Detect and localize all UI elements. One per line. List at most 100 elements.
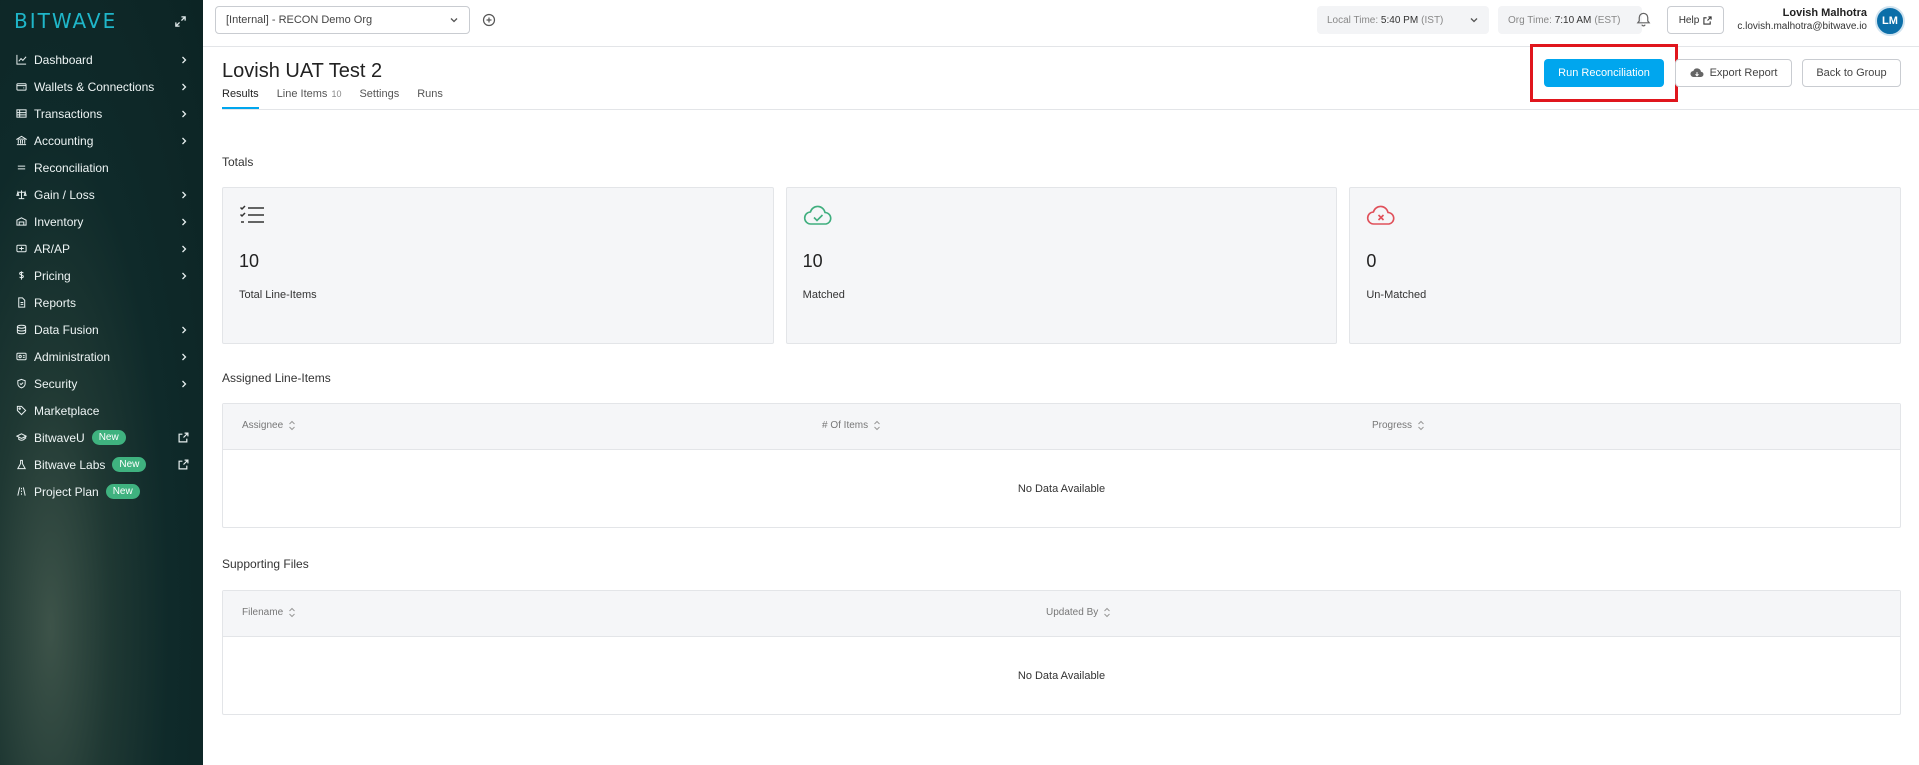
org-time-value: 7:10 AM [1554,14,1592,26]
cloud-download-icon [1690,68,1704,77]
org-select[interactable]: [Internal] - RECON Demo Org [215,6,470,34]
column-updated-by[interactable]: Updated By [1046,607,1111,618]
column-label: # Of Items [822,420,869,431]
chart-line-icon [15,54,27,66]
sidebar-item-label: Transactions [34,106,103,121]
local-time-select[interactable]: Local Time: 5:40 PM (IST) [1317,6,1489,34]
chevron-right-icon [179,379,189,389]
chevron-down-icon [450,18,458,23]
column-filename[interactable]: Filename [242,607,296,618]
chevron-right-icon [179,244,189,254]
tab-settings[interactable]: Settings [359,88,399,109]
road-icon [15,486,27,498]
sidebar-nav: Dashboard Wallets & Connections Transactio… [0,46,203,505]
sidebar-item-data-fusion[interactable]: Data Fusion [0,316,203,343]
chevron-right-icon [179,271,189,281]
sidebar-item-label: Administration [34,349,111,364]
chevron-right-icon [179,352,189,362]
supporting-title: Supporting Files [222,557,309,571]
column-items[interactable]: # Of Items [822,420,881,431]
sidebar-item-reconciliation[interactable]: Reconciliation [0,154,203,181]
sidebar-item-bitwaveu[interactable]: BitwaveU New [0,424,203,451]
chevron-right-icon [179,325,189,335]
sidebar-item-dashboard[interactable]: Dashboard [0,46,203,73]
sidebar-item-inventory[interactable]: Inventory [0,208,203,235]
help-button[interactable]: Help [1667,6,1724,34]
org-time-zone: (EST) [1594,14,1621,26]
sidebar-item-label: Bitwave Labs [34,457,106,472]
graduation-icon [15,432,27,444]
sidebar-item-label: Gain / Loss [34,187,95,202]
sidebar-item-security[interactable]: Security [0,370,203,397]
user-email: c.lovish.malhotra@bitwave.io [1737,21,1867,32]
logo[interactable]: BITWAVE [14,9,117,33]
bell-icon[interactable] [1635,11,1652,28]
sort-icon [1104,607,1111,618]
sidebar-item-project-plan[interactable]: Project Plan New [0,478,203,505]
back-to-group-button[interactable]: Back to Group [1802,59,1901,87]
external-link-icon [1703,15,1712,25]
sidebar-item-accounting[interactable]: Accounting [0,127,203,154]
sidebar-item-bitwave-labs[interactable]: Bitwave Labs New [0,451,203,478]
tab-label: Line Items [276,88,328,100]
sidebar-item-label: Data Fusion [34,322,99,337]
tab-bar: Results Line Items 10 Settings Runs [222,88,443,109]
sidebar-item-ar-ap[interactable]: AR/AP [0,235,203,262]
collapse-sidebar-icon[interactable] [171,12,189,30]
shield-icon [15,378,27,390]
top-bar: [Internal] - RECON Demo Org Local Time: … [203,0,1919,47]
help-label: Help [1678,14,1700,26]
export-report-button[interactable]: Export Report [1675,59,1792,87]
sidebar-item-label: Inventory [34,214,84,229]
sidebar-item-reports[interactable]: Reports [0,289,203,316]
new-badge: New [91,430,126,445]
empty-state: No Data Available [1017,482,1106,495]
sidebar-item-label: Project Plan [34,484,99,499]
sidebar-item-pricing[interactable]: Pricing [0,262,203,289]
sidebar-item-administration[interactable]: Administration [0,343,203,370]
card-label: Matched [802,289,845,301]
org-time: Org Time: 7:10 AM (EST) [1498,6,1642,34]
chevron-down-icon [1470,18,1478,23]
local-time-zone: (IST) [1421,14,1444,26]
add-org-icon[interactable] [482,13,496,27]
chevron-right-icon [179,217,189,227]
new-badge: New [112,457,147,472]
sidebar-header: BITWAVE [0,0,203,42]
card-un-matched: 0 Un-Matched [1349,187,1902,344]
sidebar-item-gain-loss[interactable]: Gain / Loss [0,181,203,208]
column-assignee[interactable]: Assignee [242,420,296,431]
tab-runs[interactable]: Runs [417,88,443,109]
totals-cards: 10 Total Line-Items 10 Matched 0 Un-Matc… [222,187,1902,344]
sidebar-item-label: Dashboard [34,52,93,67]
scale-icon [15,189,27,201]
sidebar-item-marketplace[interactable]: Marketplace [0,397,203,424]
run-reconciliation-button[interactable]: Run Reconciliation [1544,59,1664,87]
card-label: Un-Matched [1366,289,1427,301]
tab-line-items[interactable]: Line Items 10 [277,88,342,109]
sidebar-item-wallets-connections[interactable]: Wallets & Connections [0,73,203,100]
sidebar-item-label: Marketplace [34,403,100,418]
tabs-divider [222,109,1919,110]
sidebar-item-label: Reconciliation [34,160,109,175]
column-label: Updated By [1046,607,1099,618]
user-name: Lovish Malhotra [1782,7,1867,19]
warehouse-icon [15,216,27,228]
sort-icon [289,420,295,431]
external-link-icon [178,432,189,443]
dollar-icon [15,270,27,282]
sidebar-item-label: Security [34,376,78,391]
page-title: Lovish UAT Test 2 [222,60,383,82]
tab-results[interactable]: Results [222,88,259,109]
sidebar-item-transactions[interactable]: Transactions [0,100,203,127]
main-content: Lovish UAT Test 2 Run Reconciliation Exp… [203,44,1919,765]
card-value: 0 [1366,251,1377,271]
column-label: Filename [242,607,284,618]
chevron-right-icon [179,82,189,92]
tag-icon [15,405,27,417]
totals-title: Totals [222,155,254,169]
database-icon [15,324,27,336]
table-header: Filename Updated By [223,591,1900,637]
avatar[interactable]: LM [1875,6,1905,36]
column-progress[interactable]: Progress [1372,420,1425,431]
